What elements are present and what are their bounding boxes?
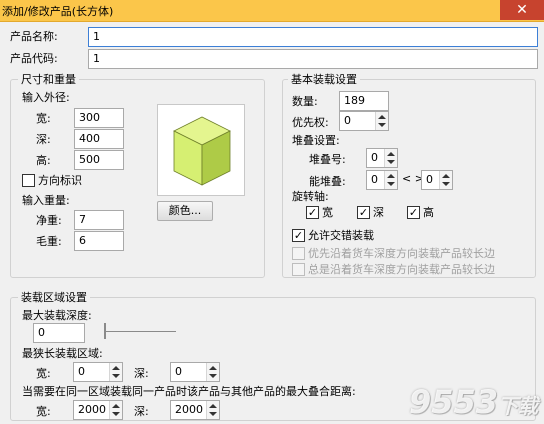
watermark-sub: 下载 [498,394,538,418]
window-title: 添加/修改产品(长方体) [2,5,114,18]
spin-up-icon[interactable] [209,366,217,370]
overlap-width-spin-arrows[interactable] [109,401,122,419]
rotate-width-checkbox[interactable]: ✓ [306,206,319,219]
watermark-main: 9553 [408,383,498,421]
stack-settings-label: 堆叠设置: [292,134,340,147]
product-name-input[interactable]: 1 [88,27,538,47]
close-button[interactable]: ✕ [500,0,544,20]
weight-label: 输入重量: [22,194,70,207]
product-preview [157,104,245,196]
can-stack-to-stepper[interactable]: 0 [421,170,453,190]
max-depth-slider-track[interactable] [106,331,176,332]
spin-up-icon[interactable] [112,366,120,370]
priority-stepper[interactable]: 0 [339,111,389,131]
min-width-spin-arrows[interactable] [109,363,122,381]
quantity-label: 数量: [292,95,318,108]
spin-down-icon[interactable] [112,412,120,416]
stack-number-spin-arrows[interactable] [384,149,397,167]
spin-down-icon[interactable] [112,374,120,378]
min-width-value: 0 [78,365,85,378]
product-code-label: 产品代码: [10,52,58,65]
rotate-depth-checkbox[interactable]: ✓ [357,206,370,219]
spin-down-icon[interactable] [387,182,395,186]
overlap-depth-label: 深: [134,405,149,418]
height-label: 高: [36,154,51,167]
can-stack-label: 能堆叠: [309,175,346,188]
overlap-depth-value: 2000 [175,403,203,416]
prefer-long-depth-checkbox[interactable] [292,247,305,260]
always-long-depth-label: 总是沿着货车深度方向装载产品较长边 [308,263,495,276]
spin-up-icon[interactable] [387,174,395,178]
rotate-depth-label: 深 [373,206,384,219]
stack-number-label: 堆叠号: [309,153,346,166]
min-depth-label: 深: [134,367,149,380]
stack-number-stepper[interactable]: 0 [366,148,398,168]
color-button[interactable]: 颜色... [157,201,213,221]
priority-label: 优先权: [292,116,329,129]
overlap-width-stepper[interactable]: 2000 [73,400,123,420]
spin-down-icon[interactable] [378,123,386,127]
min-width-label: 宽: [36,367,51,380]
overlap-depth-spin-arrows[interactable] [206,401,219,419]
spin-down-icon[interactable] [209,412,217,416]
quantity-input[interactable]: 189 [339,91,389,111]
spin-up-icon[interactable] [112,404,120,408]
max-depth-label: 最大装载深度: [22,309,92,322]
rotate-width-label: 宽 [322,206,333,219]
spin-up-icon[interactable] [378,115,386,119]
height-input[interactable]: 500 [74,150,124,170]
spin-up-icon[interactable] [209,404,217,408]
always-long-depth-checkbox[interactable] [292,263,305,276]
rotation-axis-label: 旋转轴: [292,190,329,203]
cube-icon [173,116,231,186]
min-width-stepper[interactable]: 0 [73,362,123,382]
stack-number-value: 0 [371,151,378,164]
basic-settings-group-title: 基本装载设置 [288,73,360,87]
min-depth-value: 0 [175,365,182,378]
spin-up-icon[interactable] [442,174,450,178]
overlap-width-label: 宽: [36,405,51,418]
load-area-group-title: 装载区域设置 [18,291,90,305]
prefer-long-depth-label: 优先沿着货车深度方向装载产品较长边 [308,247,495,260]
spin-down-icon[interactable] [387,160,395,164]
min-depth-spin-arrows[interactable] [206,363,219,381]
min-depth-stepper[interactable]: 0 [170,362,220,382]
can-stack-to-spin-arrows[interactable] [439,171,452,189]
can-stack-to-value: 0 [426,173,433,186]
net-weight-label: 净重: [36,214,62,227]
can-stack-from-spin-arrows[interactable] [384,171,397,189]
depth-label: 深: [36,133,51,146]
depth-input[interactable]: 400 [74,129,124,149]
width-label: 宽: [36,112,51,125]
priority-spin-arrows[interactable] [375,112,388,130]
size-weight-group-title: 尺寸和重量 [18,73,79,87]
gross-weight-label: 毛重: [36,235,62,248]
gross-weight-input[interactable]: 6 [74,231,124,251]
overlap-label: 当需要在同一区域装载同一产品时该产品与其他产品的最大叠合距离: [22,385,356,398]
rotate-height-label: 高 [423,206,434,219]
overlap-depth-stepper[interactable]: 2000 [170,400,220,420]
orientation-checkbox[interactable] [22,174,35,187]
overlap-width-value: 2000 [78,403,106,416]
min-length-area-label: 最狭长装载区域: [22,347,103,360]
can-stack-from-stepper[interactable]: 0 [366,170,398,190]
spin-down-icon[interactable] [442,182,450,186]
allow-mixed-checkbox[interactable]: ✓ [292,229,305,242]
net-weight-input[interactable]: 7 [74,210,124,230]
spin-up-icon[interactable] [387,152,395,156]
priority-value: 0 [344,114,351,127]
spin-down-icon[interactable] [209,374,217,378]
allow-mixed-label: 允许交错装载 [308,229,374,242]
product-name-label: 产品名称: [10,30,58,43]
max-depth-input[interactable]: 0 [33,323,85,343]
product-code-input[interactable]: 1 [88,49,538,69]
width-input[interactable]: 300 [74,108,124,128]
dimensions-label: 输入外径: [22,91,70,104]
orientation-label: 方向标识 [38,174,82,187]
rotate-height-checkbox[interactable]: ✓ [407,206,420,219]
can-stack-from-value: 0 [371,173,378,186]
watermark-logo: 9553下载 [409,384,538,424]
